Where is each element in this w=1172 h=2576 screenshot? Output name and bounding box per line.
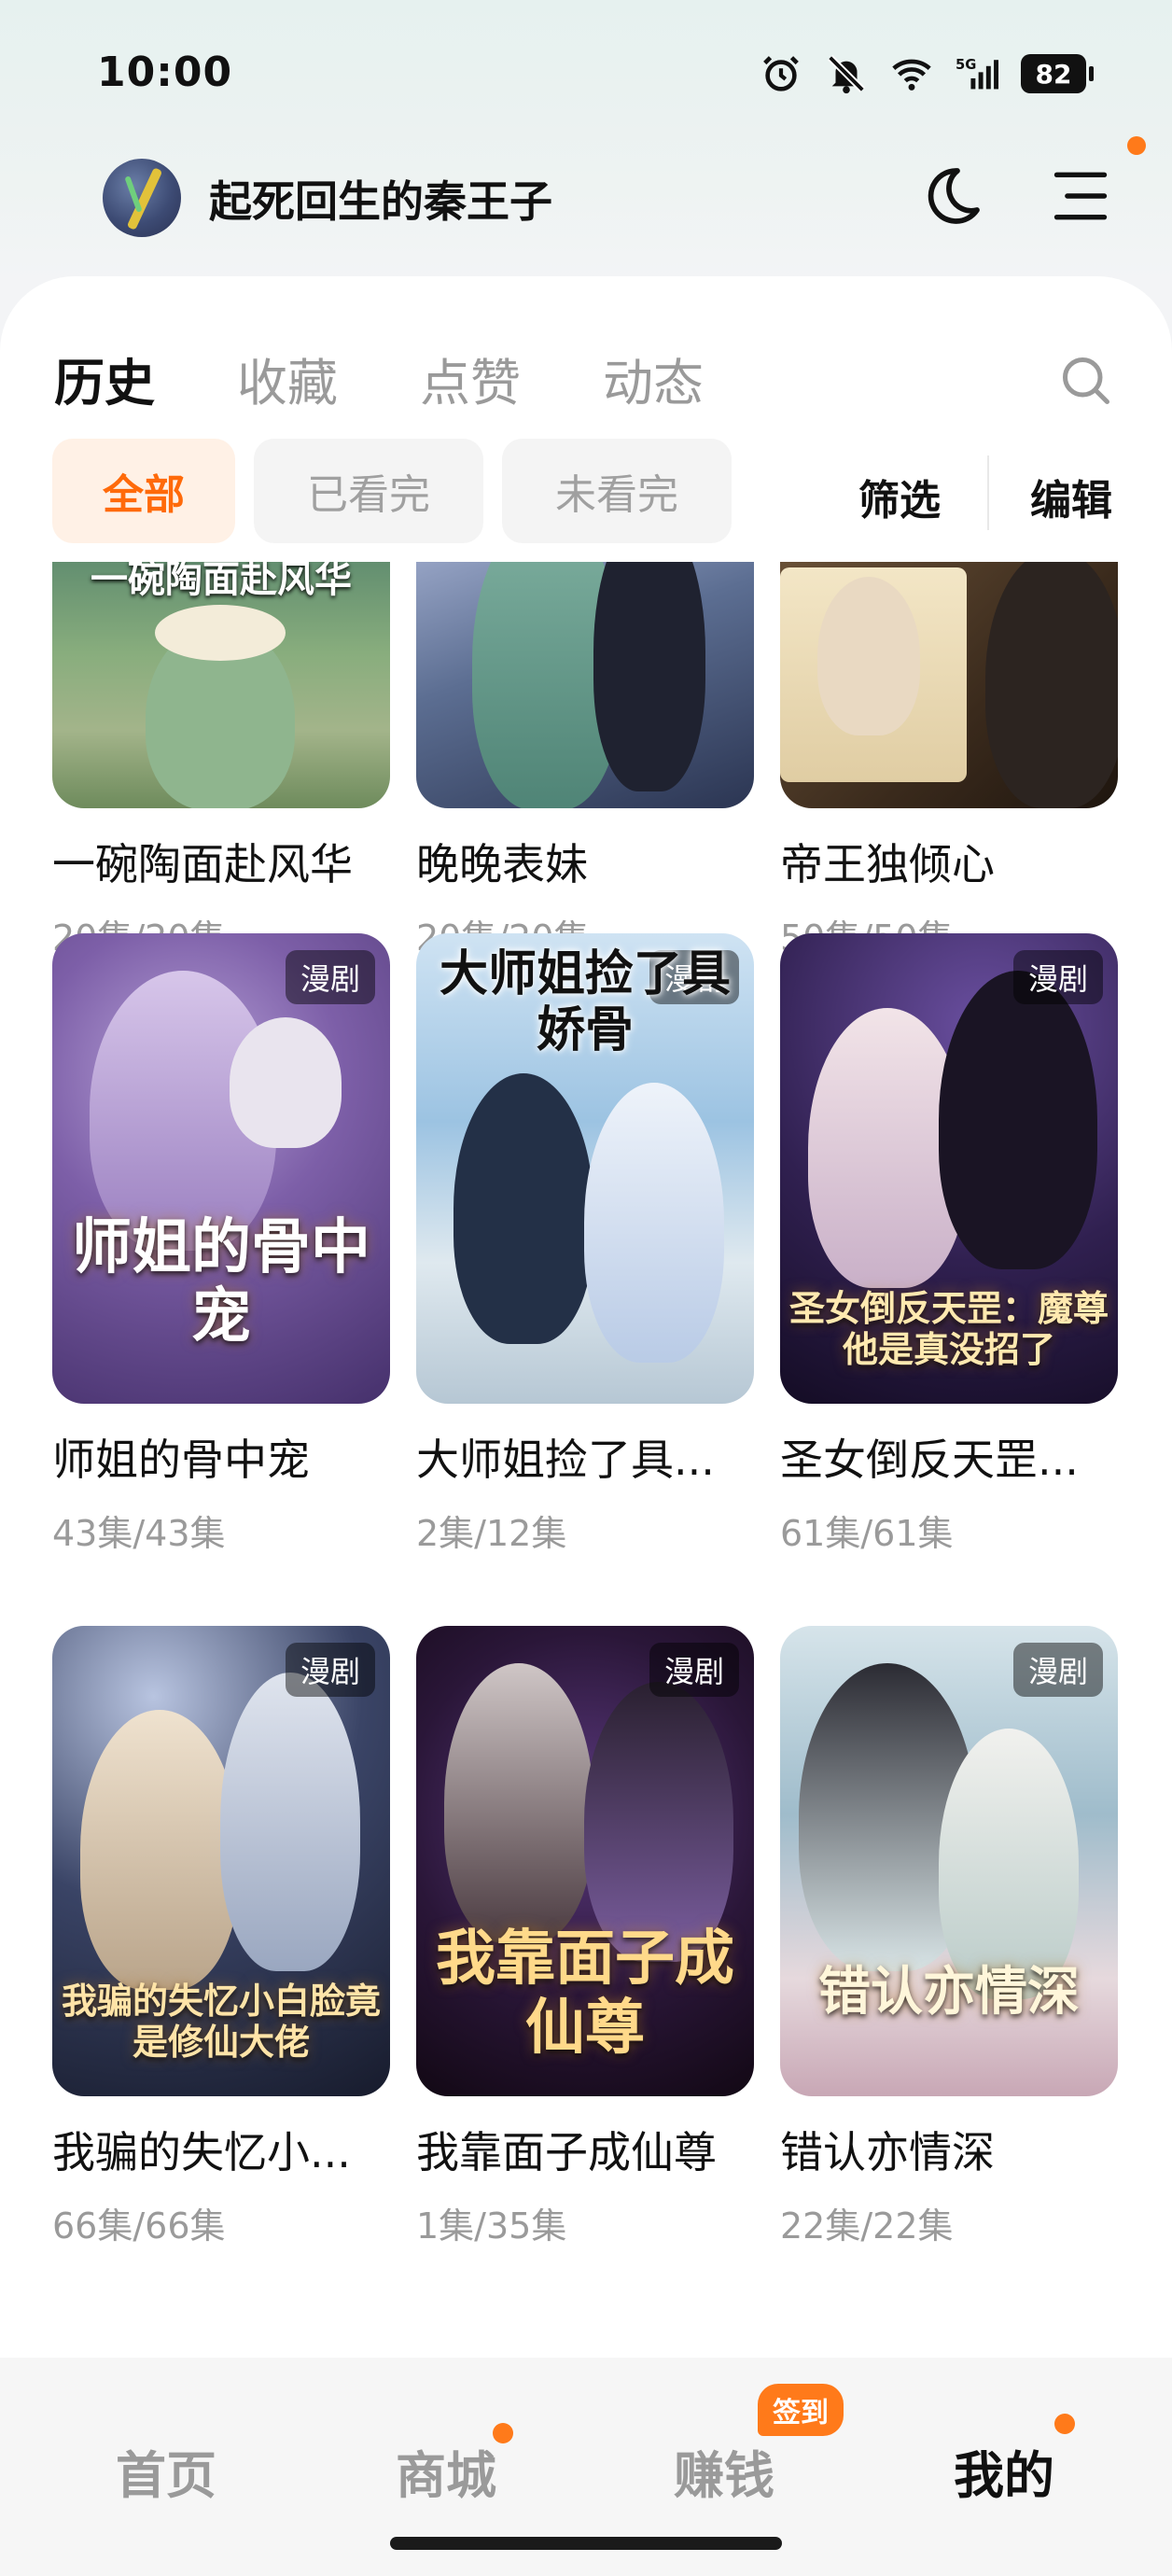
item-badge: 漫剧 bbox=[1012, 1643, 1103, 1697]
chip-all[interactable]: 全部 bbox=[52, 439, 235, 543]
item-episodes: 61集/61集 bbox=[780, 1513, 954, 1554]
history-grid: 一碗陶面赴风华 一碗陶面赴风华 20集/20集 晚晚表妹 20集/20集 帝王独… bbox=[0, 562, 1172, 2358]
filter-bar: 全部 已看完 未看完 筛选 编辑 bbox=[0, 439, 1172, 543]
mute-bell-icon bbox=[828, 55, 865, 94]
list-item[interactable]: 漫剧 我靠面子成仙尊 我靠面子成仙尊 1集/35集 bbox=[416, 1626, 754, 2248]
nav-earn[interactable]: 赚钱 bbox=[674, 2434, 774, 2508]
cover-image[interactable] bbox=[780, 562, 1118, 808]
list-item[interactable]: 漫剧 我骗的失忆小白脸竟是修仙大佬 我骗的失忆小... 66集/66集 bbox=[52, 1626, 390, 2248]
item-episodes: 22集/22集 bbox=[780, 2205, 954, 2247]
avatar[interactable] bbox=[103, 159, 181, 237]
item-title: 错认亦情深 bbox=[780, 2127, 995, 2177]
nav-home[interactable]: 首页 bbox=[116, 2434, 216, 2508]
tab-favorites[interactable]: 收藏 bbox=[237, 342, 338, 415]
list-item[interactable]: 漫剧 大师姐捡了具娇骨 大师姐捡了具... 2集/12集 bbox=[416, 933, 754, 1556]
cover-image[interactable]: 漫剧 大师姐捡了具娇骨 bbox=[416, 933, 754, 1404]
item-title: 帝王独倾心 bbox=[780, 839, 995, 889]
nav-profile[interactable]: 我的 bbox=[954, 2434, 1054, 2508]
list-item[interactable]: 晚晚表妹 20集/20集 bbox=[416, 562, 754, 960]
item-episodes: 1集/35集 bbox=[416, 2205, 567, 2247]
list-item[interactable]: 漫剧 错认亦情深 错认亦情深 22集/22集 bbox=[780, 1626, 1118, 2248]
item-badge: 漫剧 bbox=[649, 1643, 739, 1697]
notification-dot bbox=[1127, 136, 1146, 155]
profile-header: 起死回生的秦王子 bbox=[0, 136, 1172, 252]
chip-finished[interactable]: 已看完 bbox=[254, 439, 483, 543]
item-episodes: 2集/12集 bbox=[416, 1513, 567, 1554]
tab-likes[interactable]: 点赞 bbox=[420, 342, 521, 415]
moon-icon[interactable] bbox=[918, 162, 985, 230]
item-title: 大师姐捡了具... bbox=[416, 1435, 715, 1485]
cover-text: 圣女倒反天罡：魔尊他是真没招了 bbox=[789, 1287, 1109, 1370]
alarm-icon bbox=[763, 56, 799, 91]
item-title: 圣女倒反天罡... bbox=[780, 1435, 1079, 1485]
status-time: 10:00 bbox=[97, 49, 233, 96]
tab-bar: 历史 收藏 点赞 动态 bbox=[0, 314, 1172, 413]
item-episodes: 43集/43集 bbox=[52, 1513, 226, 1554]
svg-text:5G: 5G bbox=[956, 57, 976, 73]
cover-image[interactable]: 一碗陶面赴风华 bbox=[52, 562, 390, 808]
battery-indicator: 82 bbox=[1021, 54, 1094, 93]
notification-dot bbox=[493, 2423, 513, 2443]
divider bbox=[987, 455, 989, 530]
item-badge: 漫剧 bbox=[285, 1643, 375, 1697]
cover-text: 我骗的失忆小白脸竟是修仙大佬 bbox=[62, 1980, 382, 2063]
signal-5g-icon: 5G bbox=[956, 57, 998, 90]
cover-image[interactable]: 漫剧 圣女倒反天罡：魔尊他是真没招了 bbox=[780, 933, 1118, 1404]
cover-image[interactable]: 漫剧 我骗的失忆小白脸竟是修仙大佬 bbox=[52, 1626, 390, 2096]
status-icons: 5G 82 bbox=[760, 52, 1094, 95]
item-title: 我靠面子成仙尊 bbox=[416, 2127, 717, 2177]
filter-button[interactable]: 筛选 bbox=[858, 467, 941, 526]
username[interactable]: 起死回生的秦王子 bbox=[209, 168, 552, 230]
tab-history[interactable]: 历史 bbox=[54, 342, 155, 415]
chip-unfinished[interactable]: 未看完 bbox=[502, 439, 732, 543]
status-bar: 10:00 5G 82 bbox=[0, 0, 1172, 140]
item-badge: 漫剧 bbox=[285, 950, 375, 1004]
notification-dot bbox=[1054, 2414, 1075, 2434]
nav-store[interactable]: 商城 bbox=[396, 2434, 496, 2508]
item-title: 一碗陶面赴风华 bbox=[52, 839, 353, 889]
cover-text: 我靠面子成仙尊 bbox=[436, 1924, 734, 2063]
cover-image[interactable]: 漫剧 师姐的骨中宠 bbox=[52, 933, 390, 1404]
item-title: 我骗的失忆小... bbox=[52, 2127, 351, 2177]
signin-badge[interactable]: 签到 bbox=[758, 2384, 844, 2436]
list-item[interactable]: 漫剧 师姐的骨中宠 师姐的骨中宠 43集/43集 bbox=[52, 933, 390, 1556]
item-title: 师姐的骨中宠 bbox=[52, 1435, 310, 1485]
cover-image[interactable] bbox=[416, 562, 754, 808]
cover-text: 一碗陶面赴风华 bbox=[91, 562, 352, 601]
tab-activity[interactable]: 动态 bbox=[603, 342, 704, 415]
list-item[interactable]: 漫剧 圣女倒反天罡：魔尊他是真没招了 圣女倒反天罡... 61集/61集 bbox=[780, 933, 1118, 1556]
item-title: 晚晚表妹 bbox=[416, 839, 588, 889]
item-episodes: 66集/66集 bbox=[52, 2205, 226, 2247]
cover-image[interactable]: 漫剧 我靠面子成仙尊 bbox=[416, 1626, 754, 2096]
item-badge: 漫剧 bbox=[1012, 950, 1103, 1004]
edit-button[interactable]: 编辑 bbox=[1030, 467, 1112, 526]
cover-text: 师姐的骨中宠 bbox=[72, 1212, 370, 1351]
list-item[interactable]: 帝王独倾心 50集/50集 bbox=[780, 562, 1118, 960]
search-icon[interactable] bbox=[1058, 353, 1114, 409]
cover-text: 大师姐捡了具娇骨 bbox=[439, 945, 731, 1058]
menu-icon[interactable] bbox=[1049, 164, 1112, 228]
main-panel: 历史 收藏 点赞 动态 全部 已看完 未看完 筛选 编辑 一碗陶面赴风华 一碗陶… bbox=[0, 276, 1172, 2358]
list-item[interactable]: 一碗陶面赴风华 一碗陶面赴风华 20集/20集 bbox=[52, 562, 390, 960]
cover-text: 错认亦情深 bbox=[818, 1961, 1080, 2023]
home-indicator[interactable] bbox=[390, 2537, 782, 2550]
cover-image[interactable]: 漫剧 错认亦情深 bbox=[780, 1626, 1118, 2096]
wifi-icon bbox=[892, 59, 931, 91]
